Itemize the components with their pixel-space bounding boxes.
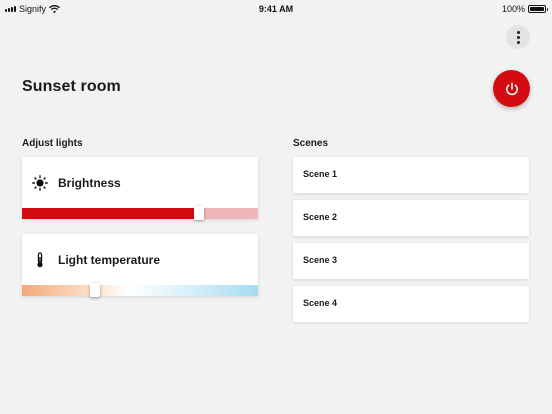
scenes-heading: Scenes xyxy=(293,138,329,149)
brightness-card: Brightness xyxy=(22,157,258,220)
more-vertical-icon xyxy=(516,30,520,34)
status-bar: Signify 9:41 AM 100% xyxy=(0,0,552,18)
brightness-header: Brightness xyxy=(32,175,121,191)
scene-label: Scene 4 xyxy=(303,298,338,308)
brightness-label: Brightness xyxy=(58,176,121,190)
brightness-slider-thumb[interactable] xyxy=(194,206,204,220)
page-title: Sunset room xyxy=(22,78,121,95)
scene-label: Scene 3 xyxy=(303,255,338,265)
light-temperature-card: Light temperature xyxy=(22,234,258,297)
power-icon xyxy=(505,81,518,95)
adjust-lights-heading: Adjust lights xyxy=(22,138,83,149)
light-temperature-label: Light temperature xyxy=(58,253,161,267)
scene-card-4[interactable]: Scene 4 xyxy=(293,286,529,322)
sun-icon xyxy=(32,175,48,191)
battery-icon xyxy=(528,5,548,13)
scene-card-1[interactable]: Scene 1 xyxy=(293,157,529,193)
brightness-slider[interactable] xyxy=(22,206,258,220)
battery-percent: 100% xyxy=(501,4,525,14)
scene-label: Scene 1 xyxy=(303,169,338,179)
scene-card-2[interactable]: Scene 2 xyxy=(293,200,529,236)
status-time: 9:41 AM xyxy=(258,4,294,14)
scene-card-3[interactable]: Scene 3 xyxy=(293,243,529,279)
power-button[interactable] xyxy=(493,70,530,107)
light-temperature-slider[interactable] xyxy=(22,283,258,297)
light-temperature-header: Light temperature xyxy=(32,252,160,268)
brightness-slider-fill xyxy=(22,208,199,219)
more-options-button[interactable] xyxy=(506,25,530,49)
scene-label: Scene 2 xyxy=(303,212,338,222)
thermometer-icon xyxy=(32,252,48,268)
light-temperature-slider-thumb[interactable] xyxy=(90,283,101,297)
status-bar-right: 100% xyxy=(501,4,548,14)
